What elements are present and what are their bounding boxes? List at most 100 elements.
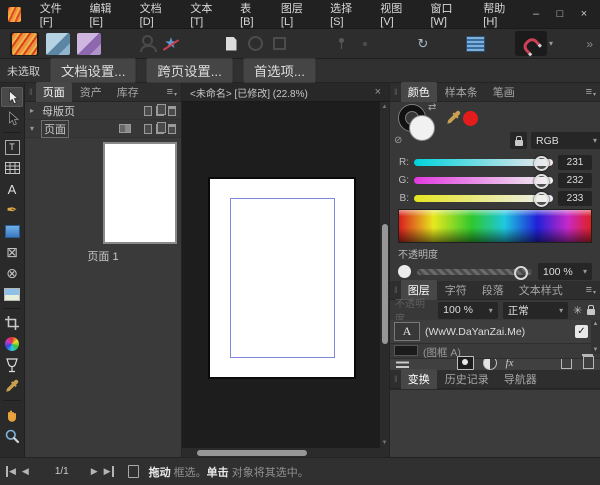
panel-drag-handle[interactable]: ‖ bbox=[29, 87, 33, 97]
tab-stroke[interactable]: 笔画 bbox=[486, 82, 522, 102]
green-slider[interactable] bbox=[414, 177, 553, 184]
menu-table[interactable]: 表[B] bbox=[230, 0, 271, 31]
duplicate-master-icon[interactable] bbox=[156, 106, 164, 116]
blue-slider[interactable] bbox=[414, 195, 553, 202]
color-eyedropper-icon[interactable] bbox=[446, 110, 461, 128]
menu-help[interactable]: 帮助[H] bbox=[473, 0, 524, 31]
maximize-button[interactable]: □ bbox=[548, 8, 572, 20]
panel-menu-button[interactable]: ≡▾ bbox=[167, 86, 177, 98]
layers-scrollbar[interactable]: ▲ ▼ bbox=[591, 320, 600, 354]
tab-stock[interactable]: 库存 bbox=[110, 82, 146, 102]
preferences-button[interactable]: 首选项... bbox=[243, 58, 316, 83]
first-page-button[interactable]: ◀ bbox=[6, 466, 16, 477]
tab-navigator[interactable]: 导航器 bbox=[497, 369, 544, 389]
master-pages-row[interactable]: ▸ 母版页 bbox=[25, 102, 181, 120]
tab-swatches[interactable]: 样本条 bbox=[438, 82, 485, 102]
panel-menu-button[interactable]: ≡▾ bbox=[586, 86, 596, 98]
color-mode-dropdown[interactable]: RGB ▾ bbox=[531, 132, 600, 149]
visibility-checkbox[interactable]: ✓ bbox=[575, 325, 588, 338]
vector-crop-tool[interactable] bbox=[1, 313, 23, 333]
node-tool[interactable] bbox=[1, 108, 23, 128]
spread-setup-button[interactable]: 跨页设置... bbox=[146, 58, 232, 83]
tab-text-styles[interactable]: 文本样式 bbox=[512, 280, 570, 300]
add-page-icon[interactable] bbox=[144, 124, 152, 134]
pen-tool[interactable]: ✒ bbox=[1, 200, 23, 220]
toolbar-overflow-button[interactable]: » bbox=[586, 37, 593, 51]
menu-file[interactable]: 文件[F] bbox=[30, 0, 80, 31]
blend-mode-dropdown[interactable]: 正常 ▾ bbox=[503, 302, 568, 319]
red-slider[interactable] bbox=[414, 159, 553, 166]
menu-edit[interactable]: 编辑[E] bbox=[79, 0, 129, 31]
layers-opacity-dropdown[interactable]: 100 % ▾ bbox=[438, 302, 498, 319]
scroll-down-arrow[interactable]: ▼ bbox=[382, 440, 388, 446]
opacity-slider-knob[interactable] bbox=[514, 266, 528, 280]
minimize-button[interactable]: – bbox=[524, 8, 548, 20]
rotate-view-button[interactable]: ↻ bbox=[411, 32, 435, 55]
page-1-thumbnail[interactable] bbox=[103, 142, 177, 244]
scroll-up-arrow[interactable]: ▲ bbox=[593, 321, 599, 327]
collapse-caret-icon[interactable]: ▸ bbox=[30, 106, 38, 115]
disabled-square-button[interactable] bbox=[267, 32, 291, 55]
transparency-tool[interactable] bbox=[1, 355, 23, 375]
disabled-person-button[interactable] bbox=[135, 32, 159, 55]
horizontal-scroll-thumb[interactable] bbox=[197, 450, 307, 456]
canvas[interactable]: ▲ ▼ bbox=[182, 102, 389, 457]
layer-row-text[interactable]: A (WwW.DaYanZai.Me) ✓ bbox=[390, 320, 600, 344]
tab-color[interactable]: 颜色 bbox=[401, 82, 437, 102]
photo-persona-button[interactable] bbox=[77, 32, 101, 55]
tab-character[interactable]: 字符 bbox=[438, 280, 474, 300]
panel-drag-handle[interactable]: ‖ bbox=[394, 87, 398, 97]
document-tab-title[interactable]: <未命名> [已修改] (22.8%) bbox=[190, 85, 308, 100]
designer-persona-button[interactable] bbox=[46, 32, 70, 55]
no-color-icon[interactable]: ⊘ bbox=[394, 135, 402, 146]
menu-select[interactable]: 选择[S] bbox=[320, 0, 370, 31]
zoom-tool[interactable] bbox=[1, 426, 23, 446]
tab-transform[interactable]: 变换 bbox=[401, 369, 437, 389]
baseline-grid-button[interactable] bbox=[463, 32, 487, 55]
close-button[interactable]: × bbox=[572, 8, 596, 20]
picture-frame-rectangle-tool[interactable]: ⊠ bbox=[1, 242, 23, 262]
green-value-field[interactable]: 232 bbox=[558, 173, 592, 188]
place-image-tool[interactable] bbox=[1, 284, 23, 304]
new-document-button[interactable] bbox=[219, 32, 243, 55]
color-lock-button[interactable] bbox=[510, 132, 527, 149]
pages-section-row[interactable]: ▾ 页面 bbox=[25, 120, 181, 138]
tab-paragraph[interactable]: 段落 bbox=[475, 280, 511, 300]
lock-icon[interactable] bbox=[587, 309, 595, 315]
menu-document[interactable]: 文档[D] bbox=[130, 0, 181, 31]
scroll-up-arrow[interactable]: ▲ bbox=[382, 104, 388, 110]
page-icon[interactable] bbox=[128, 465, 139, 478]
red-value-field[interactable]: 231 bbox=[558, 155, 592, 170]
fill-tool[interactable] bbox=[1, 334, 23, 354]
preflight-button[interactable]: ★ bbox=[159, 32, 183, 55]
disabled-dot-button[interactable] bbox=[353, 32, 377, 55]
next-page-button[interactable]: ▶ bbox=[91, 466, 98, 477]
panel-drag-handle[interactable]: ‖ bbox=[394, 285, 398, 295]
swap-colors-icon[interactable]: ⇄ bbox=[428, 102, 436, 113]
panel-drag-handle[interactable]: ‖ bbox=[394, 374, 398, 384]
opacity-value-dropdown[interactable]: 100 % ▾ bbox=[538, 263, 592, 280]
publisher-persona-button[interactable] bbox=[10, 32, 39, 56]
fill-color-well[interactable] bbox=[410, 116, 434, 140]
panel-menu-button[interactable]: ≡▾ bbox=[586, 284, 596, 296]
document-setup-button[interactable]: 文档设置... bbox=[50, 58, 136, 83]
expand-caret-icon[interactable]: ▾ bbox=[30, 124, 38, 133]
artistic-text-tool[interactable]: A bbox=[1, 179, 23, 199]
disabled-circle-button[interactable] bbox=[243, 32, 267, 55]
menu-layer[interactable]: 图层[L] bbox=[271, 0, 320, 31]
disabled-pin-button[interactable] bbox=[329, 32, 353, 55]
view-tool[interactable] bbox=[1, 405, 23, 425]
snapping-button[interactable] bbox=[515, 31, 547, 56]
layer-name[interactable]: (图框 A) bbox=[423, 345, 596, 359]
picture-frame-ellipse-tool[interactable]: ⊗ bbox=[1, 263, 23, 283]
opacity-slider[interactable] bbox=[417, 269, 532, 275]
menu-text[interactable]: 文本[T] bbox=[180, 0, 230, 31]
previous-page-button[interactable]: ◀ bbox=[22, 466, 29, 477]
green-slider-knob[interactable] bbox=[534, 174, 549, 189]
blue-slider-knob[interactable] bbox=[534, 192, 549, 207]
spread-mode-icon[interactable] bbox=[119, 124, 131, 133]
rectangle-tool[interactable] bbox=[1, 221, 23, 241]
menu-view[interactable]: 视图[V] bbox=[370, 0, 420, 31]
layer-row-frame[interactable]: (图框 A) bbox=[390, 344, 600, 359]
gear-icon[interactable]: ✳ bbox=[573, 304, 582, 317]
